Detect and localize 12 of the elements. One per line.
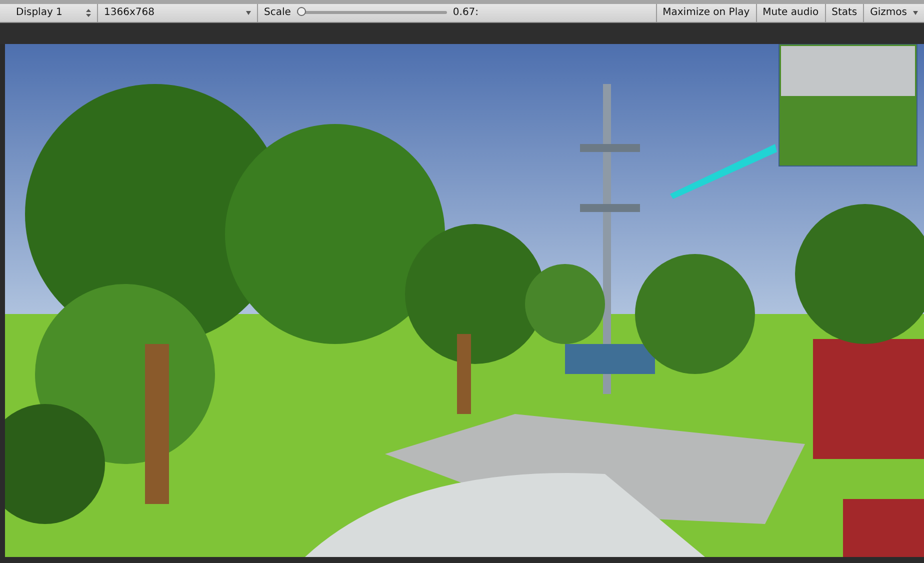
scale-reading: 0.67: [452, 7, 479, 18]
caret-icon [913, 10, 918, 15]
toolbar-toggle[interactable]: Mute audio [756, 4, 825, 22]
toolbar-toggle[interactable]: Gizmos [863, 4, 924, 22]
display-dropdown[interactable]: Display 1 [10, 4, 98, 22]
stepper-icon [86, 8, 91, 17]
toolbar-toggle[interactable]: Maximize on Play [656, 4, 756, 22]
resolution-dropdown[interactable]: 1366x768 [98, 4, 258, 22]
toolbar-toggle[interactable]: Stats [824, 4, 864, 22]
scale-label: Scale [264, 7, 291, 18]
slider-thumb[interactable] [296, 7, 306, 16]
caret-icon [246, 10, 251, 15]
